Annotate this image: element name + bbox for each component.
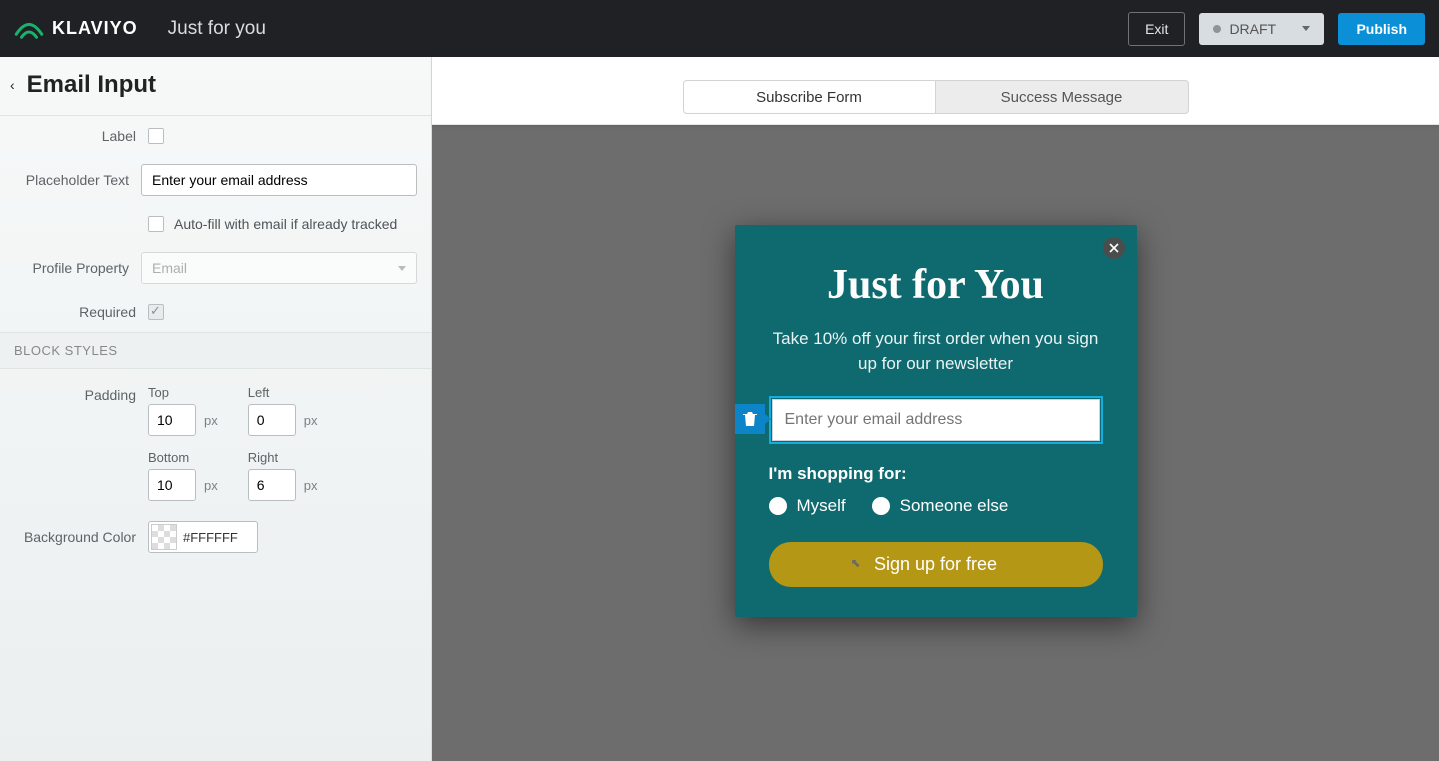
shopping-for-label: I'm shopping for: — [769, 464, 1103, 484]
canvas-area: Subscribe Form Success Message Just for … — [432, 57, 1439, 761]
tab-success-message[interactable]: Success Message — [936, 80, 1189, 114]
close-icon — [1109, 243, 1119, 253]
bgcolor-picker[interactable]: #FFFFFF — [148, 521, 258, 553]
radio-icon — [872, 497, 890, 515]
popup-title: Just for You — [769, 261, 1103, 309]
bgcolor-label: Background Color — [14, 529, 148, 545]
color-swatch-icon — [151, 524, 177, 550]
label-field-label: Label — [14, 128, 148, 144]
klaviyo-logo-icon — [14, 19, 44, 39]
sidebar-title: Email Input — [27, 71, 156, 99]
radio-myself-label: Myself — [797, 496, 846, 516]
radio-someone-else[interactable]: Someone else — [872, 496, 1009, 516]
block-styles-header: BLOCK STYLES — [0, 332, 431, 369]
unit-label: px — [304, 478, 318, 493]
profile-property-select[interactable]: Email — [141, 252, 417, 284]
preview-tab-bar: Subscribe Form Success Message — [432, 57, 1439, 125]
delete-block-button[interactable] — [735, 404, 765, 434]
status-dot-icon — [1213, 25, 1221, 33]
padding-bottom-input[interactable] — [148, 469, 196, 501]
radio-someone-label: Someone else — [900, 496, 1009, 516]
required-label: Required — [14, 304, 148, 320]
back-chevron-icon[interactable]: ‹ — [6, 75, 19, 95]
padding-label: Padding — [14, 385, 148, 403]
publish-button[interactable]: Publish — [1338, 13, 1425, 45]
padding-bottom-label: Bottom — [148, 450, 218, 465]
preview-email-input[interactable] — [772, 399, 1100, 441]
brand-logo: KLAVIYO — [14, 18, 138, 39]
chevron-down-icon — [398, 266, 406, 271]
popup-subtitle: Take 10% off your first order when you s… — [769, 327, 1103, 376]
email-block-selected[interactable]: ⬉ — [769, 396, 1103, 444]
required-checkbox[interactable] — [148, 304, 164, 320]
sidebar-panel: ‹ Email Input Label Placeholder Text Aut… — [0, 57, 432, 761]
trash-icon — [743, 411, 757, 427]
padding-right-label: Right — [248, 450, 318, 465]
unit-label: px — [304, 413, 318, 428]
label-checkbox[interactable] — [148, 128, 164, 144]
close-button[interactable] — [1103, 237, 1125, 259]
signup-button[interactable]: Sign up for free — [769, 542, 1103, 587]
chevron-down-icon — [1302, 26, 1310, 31]
padding-left-label: Left — [248, 385, 318, 400]
radio-myself[interactable]: Myself — [769, 496, 846, 516]
autofill-label: Auto-fill with email if already tracked — [174, 216, 397, 232]
status-dropdown[interactable]: DRAFT — [1199, 13, 1324, 45]
popup-preview: Just for You Take 10% off your first ord… — [735, 225, 1137, 617]
placeholder-text-input[interactable] — [141, 164, 417, 196]
profile-property-label: Profile Property — [14, 260, 141, 276]
autofill-checkbox[interactable] — [148, 216, 164, 232]
unit-label: px — [204, 413, 218, 428]
radio-icon — [769, 497, 787, 515]
placeholder-field-label: Placeholder Text — [14, 172, 141, 188]
profile-property-value: Email — [152, 260, 187, 276]
tab-subscribe-form[interactable]: Subscribe Form — [683, 80, 936, 114]
status-label: DRAFT — [1229, 21, 1276, 37]
padding-top-input[interactable] — [148, 404, 196, 436]
bgcolor-hex: #FFFFFF — [183, 530, 238, 545]
padding-right-input[interactable] — [248, 469, 296, 501]
padding-left-input[interactable] — [248, 404, 296, 436]
exit-button[interactable]: Exit — [1128, 12, 1185, 46]
form-name: Just for you — [168, 18, 266, 40]
brand-text: KLAVIYO — [52, 18, 138, 39]
unit-label: px — [204, 478, 218, 493]
top-bar: KLAVIYO Just for you Exit DRAFT Publish — [0, 0, 1439, 57]
padding-top-label: Top — [148, 385, 218, 400]
